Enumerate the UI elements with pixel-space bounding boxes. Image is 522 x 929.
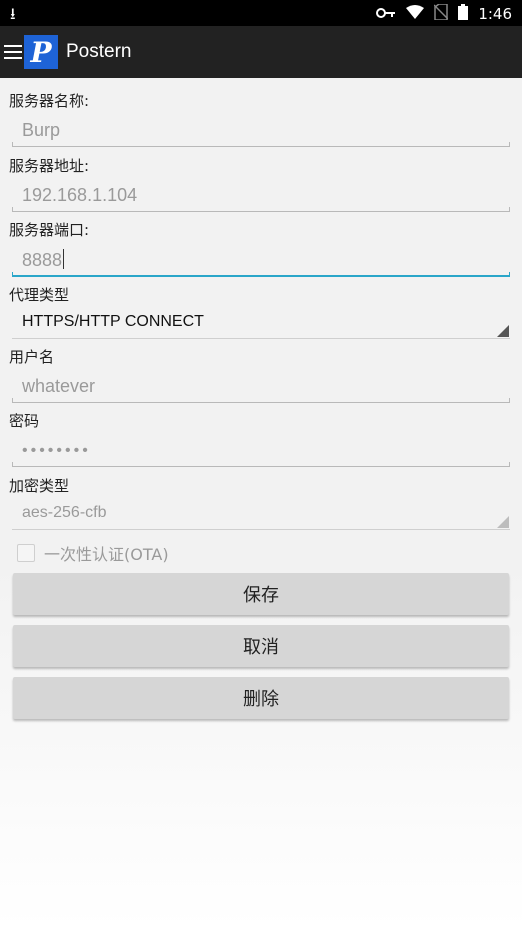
menu-icon[interactable] bbox=[4, 45, 22, 59]
username-value: whatever bbox=[22, 376, 96, 396]
battery-icon bbox=[458, 4, 469, 24]
encryption-type-value: aes-256-cfb bbox=[22, 504, 107, 521]
server-port-label: 服务器端口: bbox=[9, 221, 90, 239]
clock: 1:46 bbox=[478, 5, 512, 23]
password-field[interactable]: •••••••• bbox=[12, 436, 510, 467]
server-address-value: 192.168.1.104 bbox=[22, 185, 138, 205]
ota-checkbox-row[interactable]: 一次性认证(OTA) bbox=[17, 541, 169, 565]
ota-label: 一次性认证(OTA) bbox=[44, 545, 169, 564]
server-name-label: 服务器名称: bbox=[9, 92, 90, 110]
wifi-icon bbox=[406, 5, 425, 23]
server-name-value: Burp bbox=[22, 120, 61, 140]
app-logo-icon: P bbox=[24, 35, 58, 69]
encryption-type-label: 加密类型 bbox=[9, 477, 70, 495]
password-label: 密码 bbox=[9, 412, 40, 430]
proxy-type-spinner[interactable]: HTTPS/HTTP CONNECT bbox=[12, 308, 510, 339]
password-value: •••••••• bbox=[22, 442, 91, 459]
dropdown-arrow-icon bbox=[497, 516, 509, 528]
server-address-label: 服务器地址: bbox=[9, 157, 90, 175]
proxy-type-label: 代理类型 bbox=[9, 286, 70, 304]
proxy-type-value: HTTPS/HTTP CONNECT bbox=[22, 313, 204, 330]
save-button[interactable]: 保存 bbox=[13, 573, 509, 615]
server-name-field[interactable]: Burp bbox=[12, 116, 510, 147]
key-icon bbox=[376, 5, 396, 23]
server-port-value: 8888 bbox=[22, 250, 63, 270]
text-cursor bbox=[63, 249, 65, 269]
delete-button[interactable]: 删除 bbox=[13, 677, 509, 719]
username-field[interactable]: whatever bbox=[12, 372, 510, 403]
server-address-field[interactable]: 192.168.1.104 bbox=[12, 181, 510, 212]
app-bar: P Postern bbox=[0, 26, 522, 78]
server-port-field[interactable]: 8888 bbox=[12, 245, 510, 277]
cancel-button[interactable]: 取消 bbox=[13, 625, 509, 667]
dropdown-arrow-icon bbox=[497, 325, 509, 337]
no-sim-icon bbox=[433, 3, 449, 24]
app-title: Postern bbox=[66, 41, 132, 62]
username-label: 用户名 bbox=[9, 348, 55, 366]
encryption-type-spinner[interactable]: aes-256-cfb bbox=[12, 499, 510, 530]
ota-checkbox[interactable] bbox=[17, 544, 35, 562]
status-bar: ⭳ 1:46 bbox=[0, 0, 522, 26]
